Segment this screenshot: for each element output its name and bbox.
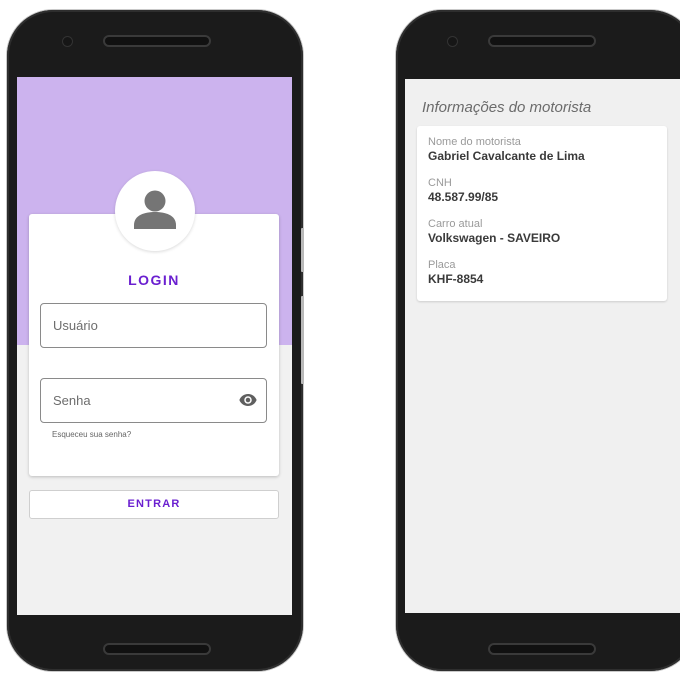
driver-info-screen: Informações do motorista Nome do motoris… <box>405 79 680 613</box>
front-camera <box>448 37 457 46</box>
bottom-speaker <box>490 645 594 653</box>
password-field[interactable] <box>40 378 267 423</box>
power-button <box>301 296 304 384</box>
mockup-stage: LOGIN Esqueceu sua senha? ENTRAR Informa… <box>0 0 680 673</box>
current-car-value: Volkswagen - SAVEIRO <box>428 231 561 245</box>
license-value: 48.587.99/85 <box>428 190 499 204</box>
driver-name-label: Nome do motorista <box>428 136 521 148</box>
earpiece-speaker <box>105 37 209 45</box>
driver-name-item: Nome do motorista Gabriel Cavalcante de … <box>428 136 585 164</box>
enter-button[interactable]: ENTRAR <box>29 490 279 519</box>
license-label: CNH <box>428 177 452 189</box>
plate-label: Placa <box>428 259 456 271</box>
driver-name-value: Gabriel Cavalcante de Lima <box>428 149 585 163</box>
login-title: LOGIN <box>128 272 180 288</box>
front-camera <box>63 37 72 46</box>
person-icon <box>134 190 176 229</box>
driver-info-title: Informações do motorista <box>422 99 592 116</box>
login-screen: LOGIN Esqueceu sua senha? ENTRAR <box>17 77 292 615</box>
forgot-password-link[interactable]: Esqueceu sua senha? <box>52 430 131 439</box>
bottom-speaker <box>105 645 209 653</box>
plate-value: KHF-8854 <box>428 272 484 286</box>
eye-icon[interactable] <box>239 393 257 407</box>
username-field[interactable] <box>40 303 267 348</box>
volume-button <box>301 228 304 272</box>
avatar <box>115 171 195 251</box>
license-item: CNH 48.587.99/85 <box>428 177 498 205</box>
username-input[interactable] <box>53 304 233 347</box>
plate-item: Placa KHF-8854 <box>428 259 483 287</box>
password-input[interactable] <box>53 379 233 422</box>
earpiece-speaker <box>490 37 594 45</box>
current-car-item: Carro atual Volkswagen - SAVEIRO <box>428 218 560 246</box>
current-car-label: Carro atual <box>428 218 483 230</box>
driver-info-card: Nome do motorista Gabriel Cavalcante de … <box>417 126 667 301</box>
